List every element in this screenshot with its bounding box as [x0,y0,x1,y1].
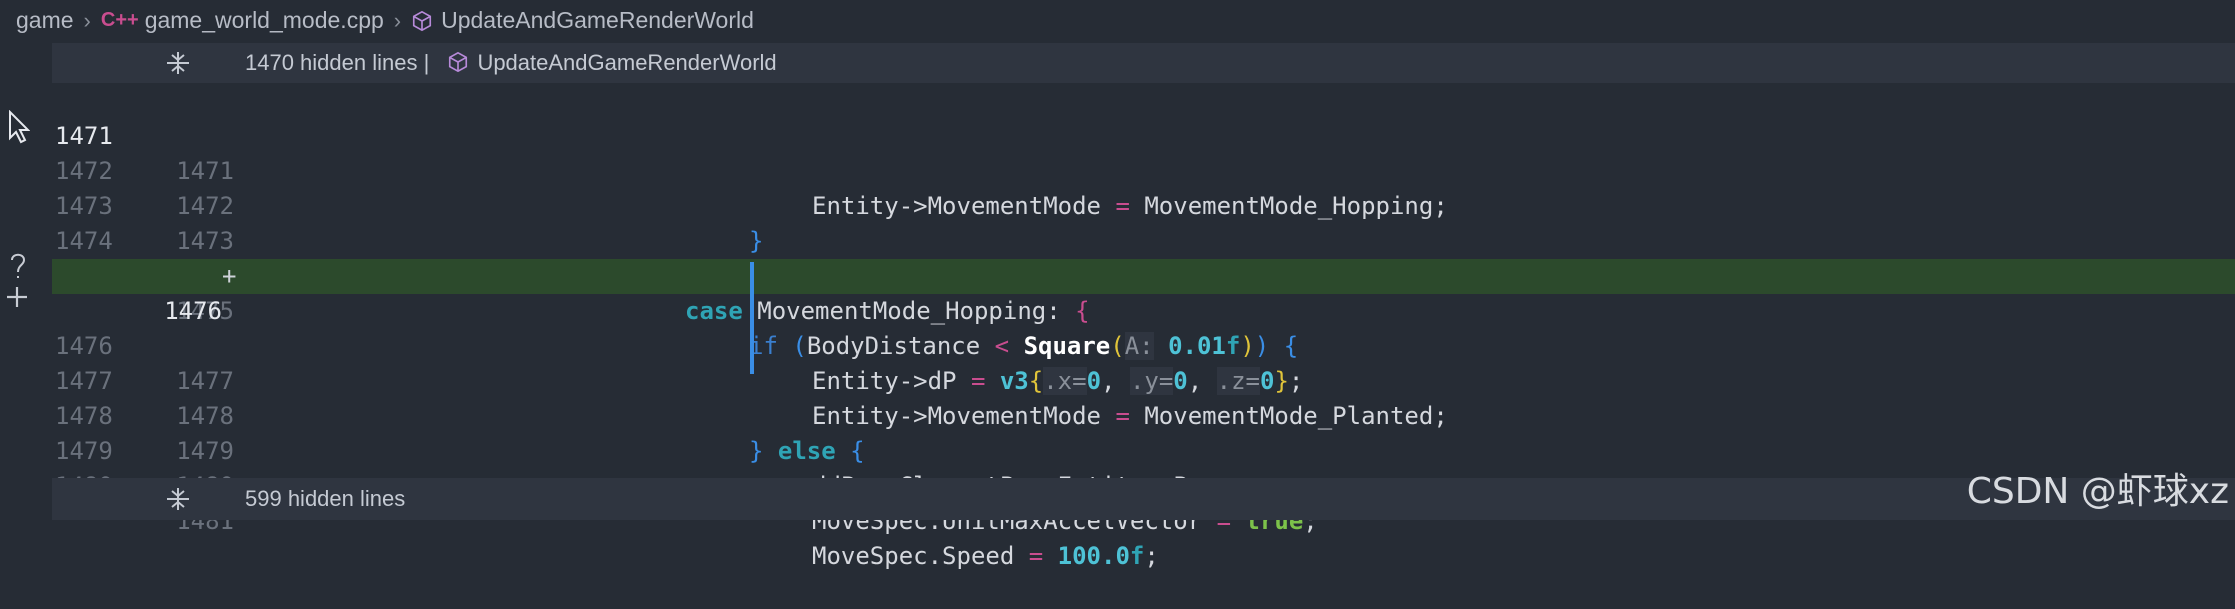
breadcrumb-file[interactable]: game_world_mode.cpp [145,7,384,34]
revert-change-icon[interactable] [6,250,30,280]
cpp-file-icon: C++ [100,9,139,31]
added-line-marker: + [222,262,237,290]
breadcrumb-symbol[interactable]: UpdateAndGameRenderWorld [441,7,754,34]
unfold-icon[interactable] [164,49,192,77]
hidden-lines-label: 1470 hidden lines | UpdateAndGameRenderW… [245,50,777,76]
code-token: MoveSpec.Speed [812,542,1029,570]
breadcrumb-folder[interactable]: game [16,7,74,34]
code-line[interactable]: 1475 1475 if (BodyDistance < Square(A: 0… [52,224,2235,360]
code-token: = [1028,542,1044,570]
watermark: CSDN @虾球xz [1966,471,2229,512]
code-line[interactable]: 1480 1481 MoveSpec.Speed = 100.0f; [52,434,2235,570]
code-token: 100.0 [1057,542,1130,570]
chevron-right-icon: › [83,7,91,33]
diff-change-bar [750,262,754,374]
breadcrumb: game › C++ game_world_mode.cpp › UpdateA… [0,0,2235,41]
code-line[interactable]: 1479 1480 MoveSpec.UnitMaxAccelVector = … [52,399,2235,535]
code-line[interactable]: 1472 1472 } [52,119,2235,255]
mouse-cursor-icon [9,110,30,144]
hidden-lines-count: 599 hidden lines [245,486,406,511]
code-line[interactable]: 1476 1477 Entity->MovementMode = Movemen… [52,294,2235,430]
diff-editor[interactable]: 1471 1471 Entity->MovementMode = Movemen… [52,84,2235,570]
hidden-lines-count: 1470 hidden lines | [245,50,430,75]
unfold-icon[interactable] [164,485,192,513]
add-icon[interactable] [4,284,30,310]
code-token: ; [1144,542,1159,570]
chevron-right-icon: › [393,7,402,33]
symbol-method-icon [449,51,468,73]
symbol-method-icon [413,10,432,31]
code-line[interactable]: 1478 1479 ddP = ClosestP - Entity->P; [52,364,2235,500]
code-line[interactable]: 1471 1471 Entity->MovementMode = Movemen… [52,84,2235,220]
code-line[interactable]: 1477 1478 } else { [52,329,2235,465]
code-token: f [1129,542,1145,570]
folded-region-bottom[interactable]: 599 hidden lines [52,478,2235,520]
added-code-line[interactable]: 1476 + Entity->dP = v3{.x=0, .y=0, .z=0}… [52,259,2235,395]
code-line[interactable]: 1473 1473 } break; [52,154,2235,290]
code-line[interactable]: 1474 1474 case MovementMode_Hopping: { [52,189,2235,325]
folded-region-top[interactable]: 1470 hidden lines | UpdateAndGameRenderW… [52,43,2235,83]
hidden-lines-symbol: UpdateAndGameRenderWorld [477,50,777,75]
